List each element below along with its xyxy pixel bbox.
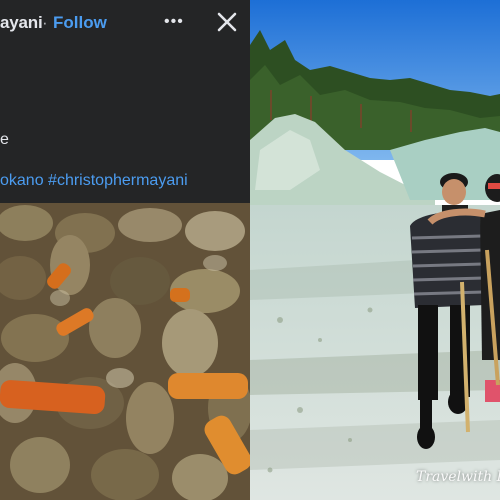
follow-button[interactable]: Follow bbox=[53, 13, 107, 33]
hashtag-links[interactable]: okano #christophermayani bbox=[0, 172, 188, 190]
travel-photo[interactable] bbox=[250, 0, 500, 500]
author-name[interactable]: ayani bbox=[0, 13, 43, 33]
facebook-post-panel: ayani · Follow ••• e okano #christopherm… bbox=[0, 0, 250, 500]
food-photo[interactable] bbox=[0, 203, 250, 500]
caption-text: e bbox=[0, 131, 9, 148]
close-icon[interactable] bbox=[215, 10, 239, 34]
post-header: ayani · Follow ••• bbox=[0, 0, 250, 44]
watermark-text: Travelwith Ka bbox=[416, 469, 500, 485]
dot-separator: · bbox=[42, 13, 48, 32]
travel-photo-panel: Travelwith Ka bbox=[250, 0, 500, 500]
more-options-icon[interactable]: ••• bbox=[164, 12, 188, 32]
